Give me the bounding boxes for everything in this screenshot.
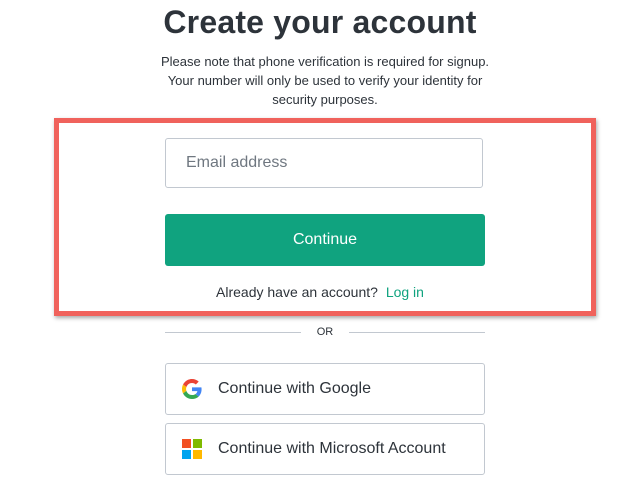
login-prompt: Already have an account? (216, 284, 378, 300)
microsoft-icon (182, 439, 202, 459)
login-row: Already have an account? Log in (0, 284, 640, 300)
divider-line-right (349, 332, 485, 333)
continue-with-google-button[interactable]: Continue with Google (165, 363, 485, 415)
page-title: Create your account (163, 4, 477, 40)
email-input[interactable] (165, 138, 483, 188)
signup-page: Create your account Please note that pho… (0, 0, 640, 480)
or-divider: OR (165, 324, 485, 340)
phone-verification-notice: Please note that phone verification is r… (160, 54, 490, 107)
google-icon (182, 379, 202, 399)
continue-with-microsoft-button[interactable]: Continue with Microsoft Account (165, 423, 485, 475)
microsoft-button-label: Continue with Microsoft Account (218, 440, 446, 457)
continue-button[interactable]: Continue (165, 214, 485, 266)
google-button-label: Continue with Google (218, 380, 371, 397)
login-link[interactable]: Log in (386, 284, 424, 300)
